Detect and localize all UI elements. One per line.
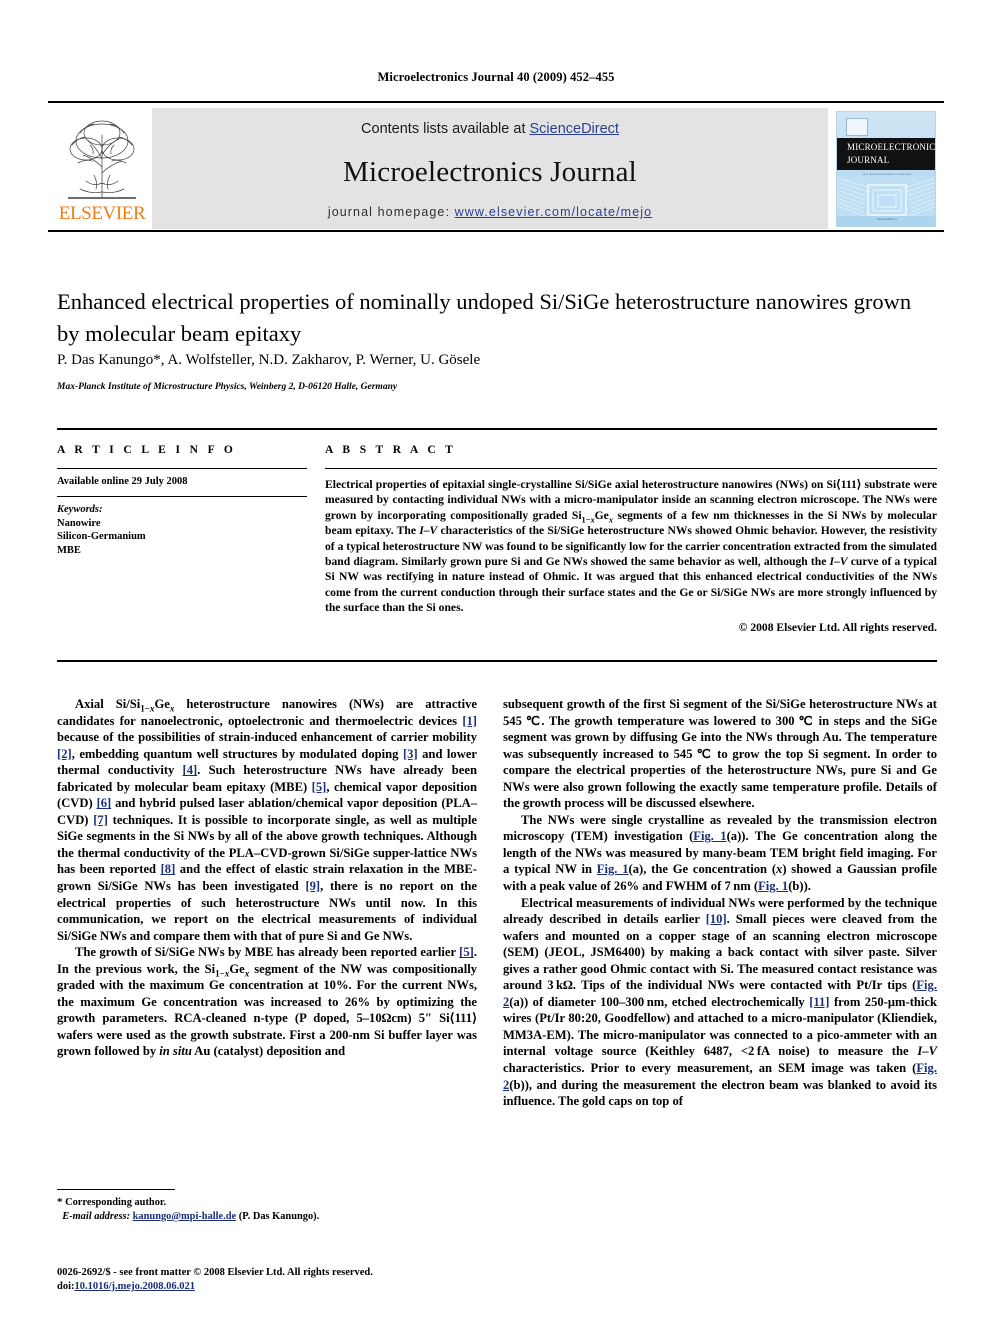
info-block-top-rule <box>57 428 937 430</box>
corresponding-author-footnote: * Corresponding author. E-mail address: … <box>57 1195 477 1224</box>
abstract-copyright: © 2008 Elsevier Ltd. All rights reserved… <box>738 620 937 634</box>
article-info-rule <box>57 468 307 469</box>
footnote-rule <box>57 1189 175 1190</box>
citation-link[interactable]: [9] <box>305 879 320 893</box>
figure-link[interactable]: Fig. 1 <box>693 829 726 843</box>
cover-logo-box <box>846 118 868 136</box>
available-online-rule <box>57 496 307 497</box>
homepage-prefix: journal homepage: <box>327 205 455 219</box>
keyword-item: Nanowire <box>57 517 101 529</box>
figure-link[interactable]: Fig. 2 <box>503 978 937 1009</box>
paragraph: subsequent growth of the first Si segmen… <box>503 697 937 811</box>
email-owner: (P. Das Kanungo). <box>238 1211 320 1222</box>
email-address-label: E-mail address: <box>62 1211 131 1222</box>
email-link[interactable]: kanungo@mpi-halle.de <box>133 1211 237 1222</box>
sciencedirect-link[interactable]: ScienceDirect <box>530 121 619 137</box>
journal-masthead: ELSEVIER Contents lists available at Sci… <box>48 101 944 232</box>
citation-link[interactable]: [5] <box>459 945 474 959</box>
citation-link[interactable]: [10] <box>706 912 727 926</box>
journal-homepage-link[interactable]: www.elsevier.com/locate/mejo <box>455 205 653 219</box>
cover-title-line2: JOURNAL <box>847 155 890 165</box>
keyword-item: MBE <box>57 544 81 556</box>
figure-link[interactable]: Fig. 1 <box>597 862 629 876</box>
elsevier-wordmark: ELSEVIER <box>58 203 146 224</box>
corresponding-author-text: Corresponding author. <box>65 1197 167 1208</box>
paragraph: The growth of Si/SiGe NWs by MBE has alr… <box>57 945 477 1059</box>
asterisk-icon: * <box>57 1196 63 1208</box>
citation-link[interactable]: [2] <box>57 747 72 761</box>
cover-footer: ScienceDirect <box>877 216 897 221</box>
journal-cover-thumbnail: MICROELECTRONICS JOURNAL An Internationa… <box>828 108 944 229</box>
abstract-heading: A B S T R A C T <box>325 444 457 456</box>
author-list: P. Das Kanungo*, A. Wolfsteller, N.D. Za… <box>57 352 481 368</box>
paragraph: Electrical measurements of individual NW… <box>503 895 937 1109</box>
keywords-list: Keywords: Nanowire Silicon-Germanium MBE <box>57 503 307 557</box>
cover-circuit-artwork <box>837 176 935 216</box>
figure-link[interactable]: Fig. 2 <box>503 1061 937 1092</box>
journal-title: Microelectronics Journal <box>343 156 637 188</box>
contents-prefix: Contents lists available at <box>361 121 530 137</box>
cover-title-line1: MICROELECTRONICS <box>847 142 936 152</box>
paragraph: The NWs were single crystalline as revea… <box>503 812 937 894</box>
running-head: Microelectronics Journal 40 (2009) 452–4… <box>377 70 615 84</box>
paragraph: Axial Si/Si1−xGex heterostructure nanowi… <box>57 697 477 943</box>
figure-link[interactable]: Fig. 1 <box>758 879 788 893</box>
doi-label: doi: <box>57 1281 75 1292</box>
body-column-right: subsequent growth of the first Si segmen… <box>503 696 937 1110</box>
info-block-bottom-rule <box>57 660 937 662</box>
citation-link[interactable]: [11] <box>809 995 829 1009</box>
citation-link[interactable]: [8] <box>161 862 176 876</box>
citation-link[interactable]: [6] <box>97 796 112 810</box>
affiliation: Max-Planck Institute of Microstructure P… <box>57 382 398 392</box>
elsevier-tree-icon <box>68 120 136 199</box>
abstract-text: Electrical properties of epitaxial singl… <box>325 478 937 634</box>
citation-link[interactable]: [5] <box>312 780 327 794</box>
page-title: Enhanced electrical properties of nomina… <box>57 289 912 346</box>
keywords-label: Keywords: <box>57 504 103 515</box>
body-column-left: Axial Si/Si1−xGex heterostructure nanowi… <box>57 696 477 1060</box>
elsevier-logo: ELSEVIER <box>56 111 148 227</box>
citation-link[interactable]: [4] <box>183 763 198 777</box>
journal-homepage-line: journal homepage: www.elsevier.com/locat… <box>152 205 828 219</box>
contents-available-line: Contents lists available at ScienceDirec… <box>152 121 828 137</box>
keyword-item: Silicon-Germanium <box>57 531 146 542</box>
issn-footer: 0026-2692/$ - see front matter © 2008 El… <box>57 1266 557 1294</box>
front-matter-line: 0026-2692/$ - see front matter © 2008 El… <box>57 1267 373 1278</box>
abstract-rule <box>325 468 937 469</box>
doi-link[interactable]: 10.1016/j.mejo.2008.06.021 <box>75 1281 195 1292</box>
citation-link[interactable]: [7] <box>93 813 108 827</box>
cover-title-band: MICROELECTRONICS JOURNAL <box>837 138 936 170</box>
citation-link[interactable]: [1] <box>462 714 477 728</box>
citation-link[interactable]: [3] <box>403 747 418 761</box>
article-first-page: Microelectronics Journal 40 (2009) 452–4… <box>0 0 992 1323</box>
article-info-heading: A R T I C L E I N F O <box>57 444 237 456</box>
available-online-date: Available online 29 July 2008 <box>57 476 188 487</box>
